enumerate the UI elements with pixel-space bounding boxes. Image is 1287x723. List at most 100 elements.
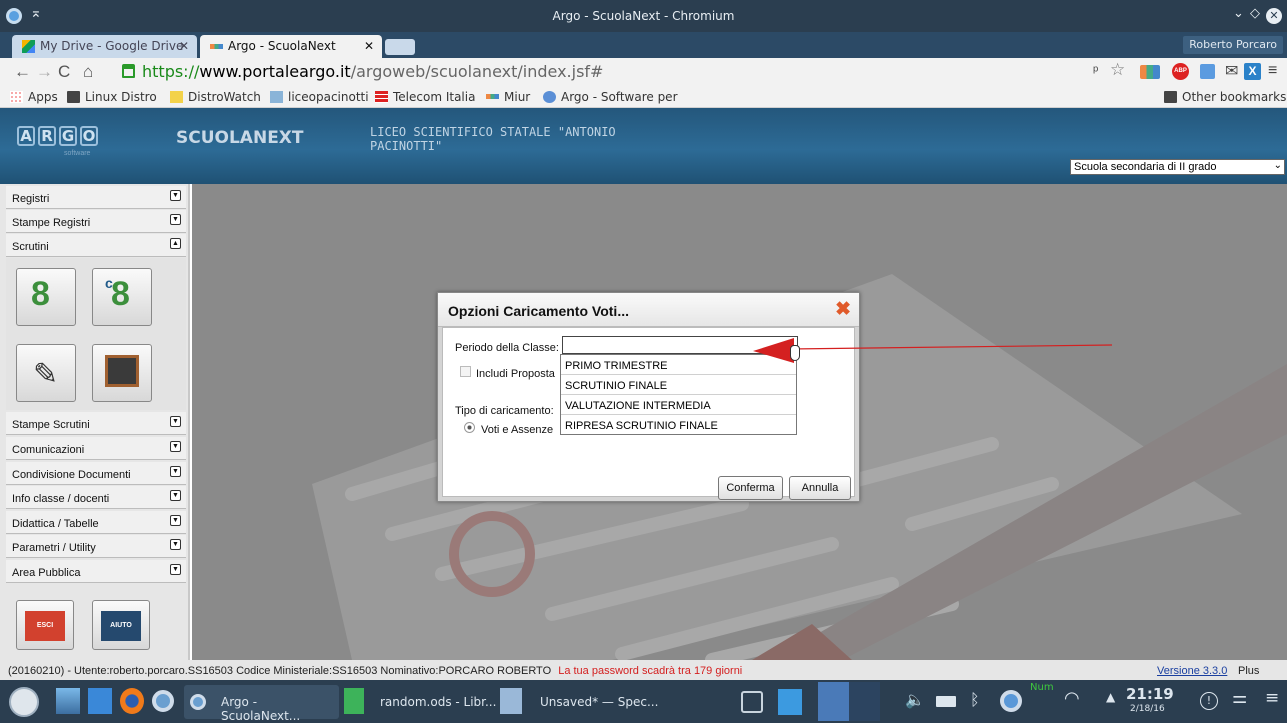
chromium-task-icon[interactable] [152,690,174,712]
new-tab-button[interactable] [385,39,415,55]
sidebar-item-area-pubblica[interactable]: Area Pubblica ▼ [6,560,186,583]
calc-icon[interactable] [344,688,364,714]
voti-grid-button[interactable]: 8 [16,268,76,326]
expand-icon[interactable]: ▼ [170,441,181,452]
includi-checkbox[interactable] [460,366,471,377]
distrowatch-icon [170,91,183,103]
sidebar-item-parametri[interactable]: Parametri / Utility ▼ [6,535,186,558]
battery-icon[interactable] [936,696,956,707]
expand-icon[interactable]: ▼ [170,564,181,575]
close-icon[interactable]: ✖ [835,298,851,321]
voti-assenze-radio[interactable] [464,422,475,433]
menu-icon[interactable]: ≡ [1268,62,1277,80]
volume-icon[interactable]: 🔈 [905,690,925,709]
bookmark-other[interactable]: Other bookmarks [1164,90,1286,104]
voti-proposta-button[interactable]: 8 c [92,268,152,326]
firefox-icon[interactable] [120,688,144,714]
clock-time[interactable]: 21:19 [1126,685,1174,703]
version-link[interactable]: Versione 3.3.0 [1157,665,1227,677]
spectacle-icon[interactable] [500,688,522,714]
wifi-icon[interactable]: ◠ [1064,688,1080,709]
adblock-icon[interactable]: ABP [1172,63,1189,80]
key-icon[interactable]: ᵖ [1093,62,1098,78]
school-type-select[interactable]: Scuola secondaria di II grado ⌄ [1070,159,1285,175]
google-drive-icon [22,40,35,53]
expand-icon[interactable]: ▼ [170,466,181,477]
expand-icon[interactable]: ▼ [170,214,181,225]
option-scrutinio-finale[interactable]: SCRUTINIO FINALE [561,375,796,395]
bluetooth-icon[interactable]: ᛒ [970,690,980,709]
tabellone-button[interactable] [92,344,152,402]
task-chromium[interactable]: Argo - ScuolaNext... [184,685,339,723]
back-icon[interactable]: ← [14,62,31,82]
periodo-dropdown-list: PRIMO TRIMESTRE SCRUTINIO FINALE VALUTAZ… [560,354,797,435]
settings-sliders-icon[interactable]: ⚌ [1232,688,1247,708]
expand-icon[interactable]: ▼ [170,190,181,201]
sidebar-item-stampe-scrutini[interactable]: Stampe Scrutini ▼ [6,412,186,435]
collapse-icon[interactable]: ▲ [170,238,181,249]
tab-google-drive[interactable]: My Drive - Google Drive ✕ [12,35,197,58]
giudizi-button[interactable]: ✎ [16,344,76,402]
task-label[interactable]: Unsaved* — Spec... [540,695,658,709]
sidebar-item-stampe-registri[interactable]: Stampe Registri ▼ [6,210,186,233]
extension-dots-icon[interactable] [1140,65,1160,79]
includi-label: Includi Proposta [476,368,555,380]
expand-icon[interactable]: ▼ [170,515,181,526]
forward-icon[interactable]: → [36,62,53,82]
scrutini-panel: 8 8 c ✎ [6,258,186,410]
bookmark-miur[interactable]: Miur [486,90,530,104]
star-icon[interactable]: ☆ [1110,60,1125,80]
home-icon[interactable]: ⌂ [83,62,93,82]
minimize-icon[interactable]: ⌄ [1233,6,1244,21]
bookmark-telecom[interactable]: Telecom Italia [375,90,475,104]
sidebar-item-condivisione[interactable]: Condivisione Documenti ▼ [6,462,186,485]
close-tab-icon[interactable]: ✕ [364,39,374,53]
window-title: Argo - ScuolaNext - Chromium [552,9,735,23]
close-tab-icon[interactable]: ✕ [179,39,189,53]
bookmark-linux-distro[interactable]: Linux Distro [67,90,157,104]
restore-icon[interactable]: ◇ [1250,6,1260,21]
menu-icon[interactable]: ≡ [1265,688,1279,708]
liceo-icon [270,91,283,103]
sidebar-item-info-classe[interactable]: Info classe / docenti ▼ [6,486,186,509]
chromium-tray-icon[interactable] [1000,690,1022,712]
sidebar-item-comunicazioni[interactable]: Comunicazioni ▼ [6,437,186,460]
docs-extension-icon[interactable] [1200,64,1215,79]
annulla-button[interactable]: Annulla [789,476,851,500]
periodo-label: Periodo della Classe: [455,342,559,354]
esci-button[interactable]: ESCI [16,600,74,650]
close-window-icon[interactable]: ✕ [1266,8,1282,24]
x-extension-icon[interactable]: X [1244,63,1261,80]
file-manager-icon[interactable] [778,689,802,715]
tab-argo[interactable]: Argo - ScuolaNext ✕ [200,35,382,58]
address-input[interactable]: https://www.portaleargo.it/argoweb/scuol… [120,60,1075,84]
bookmark-distrowatch[interactable]: DistroWatch [170,90,261,104]
expand-icon[interactable]: ▼ [170,490,181,501]
tray-expand-icon[interactable]: ▲ [1106,690,1115,704]
expand-icon[interactable]: ▼ [170,416,181,427]
desktop-icon[interactable] [56,688,80,714]
reload-icon[interactable]: C [58,62,70,82]
sidebar-item-didattica[interactable]: Didattica / Tabelle ▼ [6,511,186,534]
logo-letter: A [17,126,35,146]
mail-app-icon[interactable] [88,688,112,714]
conferma-button[interactable]: Conferma [718,476,783,500]
option-ripresa-scrutinio[interactable]: RIPRESA SCRUTINIO FINALE [561,415,796,435]
eight-with-c-icon: 8 [111,275,130,313]
mail-icon[interactable]: ✉ [1225,61,1238,81]
notifications-icon[interactable]: ! [1200,692,1218,710]
virtual-desktops[interactable] [818,682,880,721]
sidebar-item-registri[interactable]: Registri ▼ [6,186,186,209]
task-label[interactable]: random.ods - Libr... [380,695,496,709]
terminal-icon[interactable] [741,691,763,713]
profile-button[interactable]: Roberto Porcaro [1183,36,1283,54]
option-valutazione-intermedia[interactable]: VALUTAZIONE INTERMEDIA [561,395,796,415]
bookmark-liceopacinotti[interactable]: liceopacinotti [270,90,369,104]
launcher-icon[interactable] [9,687,39,717]
dialog-title: Opzioni Caricamento Voti... [438,293,859,327]
expand-icon[interactable]: ▼ [170,539,181,550]
bookmark-apps[interactable]: Apps [10,90,58,104]
bookmark-argo[interactable]: Argo - Software per [543,90,678,104]
aiuto-button[interactable]: AIUTO [92,600,150,650]
sidebar-item-scrutini[interactable]: Scrutini ▲ [6,234,186,257]
